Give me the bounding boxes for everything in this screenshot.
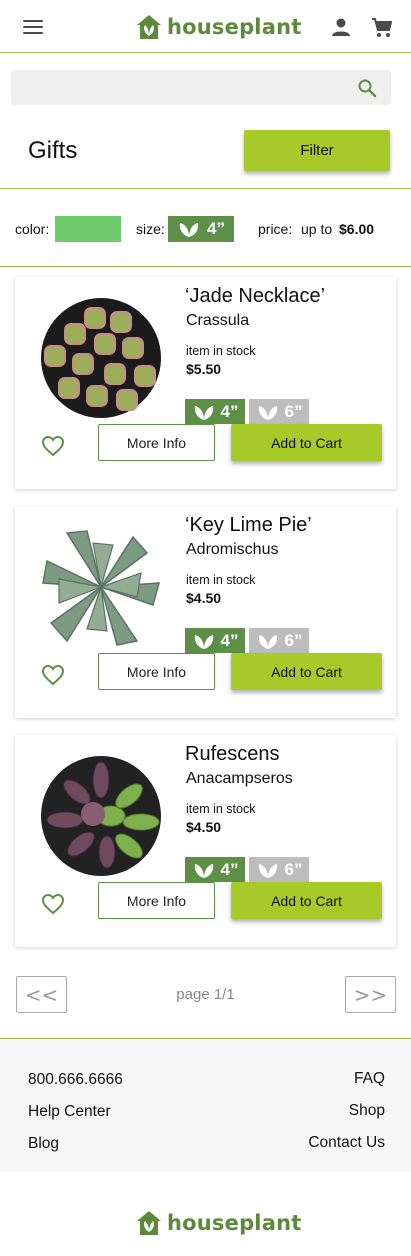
leaf-icon xyxy=(258,634,277,649)
house-leaf-icon xyxy=(137,1211,161,1235)
filter-button[interactable]: Filter xyxy=(244,130,390,171)
divider xyxy=(0,188,411,189)
product-card: Rufescens Anacampseros item in stock $4.… xyxy=(15,735,396,947)
product-price: $4.50 xyxy=(186,590,222,606)
footer-shop-link[interactable]: Shop xyxy=(349,1102,385,1120)
footer-contact-link[interactable]: Contact Us xyxy=(308,1134,385,1152)
footer-brand-name: houseplant xyxy=(167,1211,302,1235)
product-image-rufescens xyxy=(41,756,161,876)
stock-status: item in stock xyxy=(186,802,256,816)
search-icon[interactable] xyxy=(357,78,377,98)
footer-phone-link[interactable]: 800.666.6666 xyxy=(28,1071,123,1089)
size-option-6-inch[interactable]: 6” xyxy=(249,628,309,653)
active-filters: color: size: 4” price: up to $6.00 xyxy=(0,215,411,243)
add-to-cart-button[interactable]: Add to Cart xyxy=(231,882,382,919)
brand-name: houseplant xyxy=(167,15,302,39)
app-header: houseplant xyxy=(0,0,411,53)
leaf-icon xyxy=(258,405,277,420)
product-card: ‘Key Lime Pie’ Adromischus item in stock… xyxy=(15,506,396,718)
product-price: $4.50 xyxy=(186,819,222,835)
product-name: ‘Jade Necklace’ xyxy=(185,285,326,307)
heart-icon[interactable] xyxy=(41,893,65,915)
size-filter-label: size: xyxy=(136,221,165,237)
footer-help-center-link[interactable]: Help Center xyxy=(28,1103,111,1121)
product-image-key-lime-pie xyxy=(42,530,161,646)
size-option-4-inch[interactable]: 4” xyxy=(185,857,245,882)
product-genus: Adromischus xyxy=(186,541,279,558)
house-leaf-icon xyxy=(137,15,161,39)
cart-icon[interactable] xyxy=(371,17,393,39)
color-filter-label: color: xyxy=(15,221,50,237)
size-option-4-inch[interactable]: 4” xyxy=(185,628,245,653)
size-option-label: 6” xyxy=(284,401,303,421)
leaf-icon xyxy=(194,405,213,420)
more-info-button[interactable]: More Info xyxy=(98,424,215,461)
next-page-button[interactable]: >> xyxy=(345,976,396,1013)
search-input[interactable] xyxy=(11,70,341,105)
brand-logo[interactable]: houseplant xyxy=(135,12,301,42)
product-name: ‘Key Lime Pie’ xyxy=(185,514,312,536)
more-info-button[interactable]: More Info xyxy=(98,653,215,690)
leaf-icon xyxy=(194,634,213,649)
more-info-button[interactable]: More Info xyxy=(98,882,215,919)
price-filter-prefix: up to xyxy=(301,221,333,237)
divider xyxy=(0,266,411,267)
stock-status: item in stock xyxy=(186,344,256,358)
search-bar xyxy=(11,70,391,105)
size-filter-chip[interactable]: 4” xyxy=(168,216,234,242)
product-card: ‘Jade Necklace’ Crassula item in stock $… xyxy=(15,277,396,489)
price-filter-label: price: xyxy=(258,221,293,237)
size-option-6-inch[interactable]: 6” xyxy=(249,857,309,882)
size-filter-value: 4” xyxy=(207,219,225,238)
product-image-jade-necklace xyxy=(41,298,161,418)
price-filter-value: $6.00 xyxy=(339,221,375,237)
size-option-label: 6” xyxy=(284,630,303,650)
footer-brand-logo[interactable]: houseplant xyxy=(135,1208,301,1238)
footer-blog-link[interactable]: Blog xyxy=(28,1135,59,1153)
size-option-label: 4” xyxy=(220,630,239,650)
heart-icon[interactable] xyxy=(41,664,65,686)
size-option-label: 6” xyxy=(284,859,303,879)
color-filter-swatch[interactable] xyxy=(55,216,121,242)
leaf-icon xyxy=(258,863,277,878)
size-option-label: 4” xyxy=(220,859,239,879)
product-price: $5.50 xyxy=(186,361,222,377)
size-option-4-inch[interactable]: 4” xyxy=(185,399,245,424)
product-name: Rufescens xyxy=(185,743,280,765)
footer-faq-link[interactable]: FAQ xyxy=(354,1070,385,1088)
size-option-6-inch[interactable]: 6” xyxy=(249,399,309,424)
heart-icon[interactable] xyxy=(41,435,65,457)
footer: 800.666.6666 Help Center Blog FAQ Shop C… xyxy=(0,1038,411,1172)
add-to-cart-button[interactable]: Add to Cart xyxy=(231,424,382,461)
size-option-label: 4” xyxy=(220,401,239,421)
product-genus: Anacampseros xyxy=(186,770,293,787)
product-genus: Crassula xyxy=(186,312,250,329)
leaf-icon xyxy=(194,863,213,878)
add-to-cart-button[interactable]: Add to Cart xyxy=(231,653,382,690)
leaf-icon xyxy=(179,223,199,237)
menu-icon[interactable] xyxy=(23,20,43,36)
stock-status: item in stock xyxy=(186,573,256,587)
user-icon[interactable] xyxy=(331,17,351,37)
page-title: Gifts xyxy=(28,137,78,164)
